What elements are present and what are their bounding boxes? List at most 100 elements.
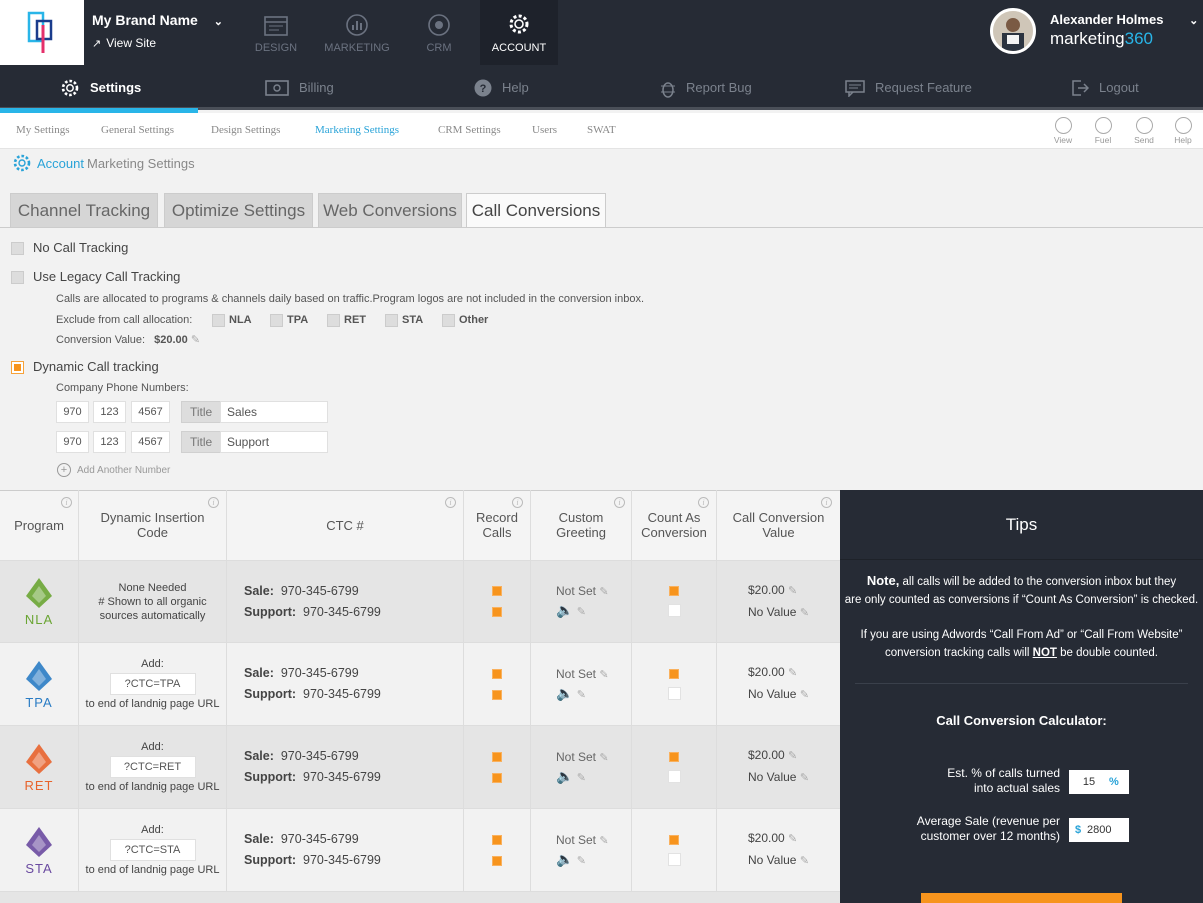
pencil-icon[interactable]: ✎: [599, 752, 608, 764]
nav-tab-crm[interactable]: CRM: [393, 0, 485, 65]
pencil-icon[interactable]: ✎: [800, 689, 809, 701]
record-sale-checkbox[interactable]: [492, 834, 502, 845]
exclude-sta-checkbox[interactable]: [385, 314, 398, 327]
subnav-help[interactable]: ? Help: [474, 65, 529, 110]
count-sale-checkbox[interactable]: [669, 586, 679, 596]
count-sale-checkbox[interactable]: [669, 751, 679, 762]
record-sale-checkbox[interactable]: [492, 751, 502, 762]
exclude-nla-checkbox[interactable]: [212, 314, 225, 327]
record-support-checkbox[interactable]: [492, 607, 502, 617]
tab-my-settings[interactable]: My Settings: [16, 124, 69, 136]
info-icon[interactable]: i: [614, 497, 625, 508]
nav-tab-marketing[interactable]: MARKETING: [311, 0, 403, 65]
help-button[interactable]: Help: [1168, 117, 1198, 145]
phone-area-input[interactable]: 970: [56, 431, 89, 453]
tab-call-conversions[interactable]: Call Conversions: [466, 193, 606, 228]
record-sale-checkbox[interactable]: [492, 668, 502, 679]
add-number-button[interactable]: + Add Another Number: [57, 463, 170, 477]
tab-design-settings[interactable]: Design Settings: [211, 124, 280, 136]
nav-tab-account[interactable]: ACCOUNT: [480, 0, 558, 65]
pencil-icon[interactable]: ✎: [800, 772, 809, 784]
breadcrumb-account[interactable]: Account: [37, 156, 84, 171]
tab-optimize-settings[interactable]: Optimize Settings: [164, 193, 313, 227]
pencil-icon[interactable]: ✎: [577, 855, 586, 867]
tab-crm-settings[interactable]: CRM Settings: [438, 124, 501, 136]
count-sale-checkbox[interactable]: [669, 668, 679, 679]
brand-name[interactable]: My Brand Name ⌄: [92, 12, 223, 28]
phone-line-input[interactable]: 4567: [131, 401, 170, 423]
speaker-icon[interactable]: 🔈: [556, 851, 573, 867]
ctc-code-input[interactable]: ?CTC=RET: [109, 756, 196, 778]
tab-users[interactable]: Users: [532, 124, 557, 136]
fuel-button[interactable]: Fuel: [1088, 117, 1118, 145]
count-support-checkbox[interactable]: [667, 686, 681, 700]
tab-swat[interactable]: SWAT: [587, 124, 616, 136]
info-icon[interactable]: i: [61, 497, 72, 508]
info-icon[interactable]: i: [208, 497, 219, 508]
tab-web-conversions[interactable]: Web Conversions: [318, 193, 462, 227]
record-support-checkbox[interactable]: [492, 855, 502, 866]
speaker-icon[interactable]: 🔈: [556, 685, 573, 701]
pencil-icon[interactable]: ✎: [577, 772, 586, 784]
phone-area-input[interactable]: 970: [56, 401, 89, 423]
user-name[interactable]: Alexander Holmes ⌄: [1050, 12, 1198, 27]
subnav-logout[interactable]: Logout: [1071, 65, 1139, 110]
info-icon[interactable]: i: [445, 497, 456, 508]
pencil-icon[interactable]: ✎: [599, 669, 608, 681]
info-icon[interactable]: i: [698, 497, 709, 508]
speaker-icon[interactable]: 🔈: [556, 602, 573, 618]
ctc-code-input[interactable]: ?CTC=TPA: [109, 673, 196, 695]
info-icon[interactable]: i: [821, 497, 832, 508]
record-sale-checkbox[interactable]: [492, 586, 502, 596]
avg-sale-input[interactable]: $ 2800: [1069, 818, 1129, 842]
set-call-conversion-button[interactable]: [921, 893, 1122, 903]
subnav-settings[interactable]: Settings: [60, 65, 141, 110]
pencil-icon[interactable]: ✎: [788, 750, 797, 762]
pencil-icon[interactable]: ✎: [800, 607, 809, 619]
phone-prefix-input[interactable]: 123: [93, 431, 126, 453]
est-percent-input[interactable]: 15 %: [1069, 770, 1129, 794]
brand-logo[interactable]: [0, 0, 84, 65]
info-icon[interactable]: i: [512, 497, 523, 508]
dynamic-call-tracking-checkbox[interactable]: [11, 361, 24, 374]
pencil-icon[interactable]: ✎: [788, 585, 797, 597]
subnav-billing[interactable]: Billing: [265, 65, 334, 110]
subnav-request-feature[interactable]: Request Feature: [845, 65, 972, 110]
pencil-icon[interactable]: ✎: [788, 667, 797, 679]
pencil-icon[interactable]: ✎: [577, 689, 586, 701]
count-support-checkbox[interactable]: [667, 852, 681, 866]
record-support-checkbox[interactable]: [492, 689, 502, 700]
chevron-down-icon[interactable]: ⌄: [214, 16, 223, 28]
avatar[interactable]: [990, 8, 1036, 54]
exclude-tpa-checkbox[interactable]: [270, 314, 283, 327]
pencil-icon[interactable]: ✎: [788, 833, 797, 845]
count-support-checkbox[interactable]: [667, 604, 681, 617]
phone-prefix-input[interactable]: 123: [93, 401, 126, 423]
speaker-icon[interactable]: 🔈: [556, 768, 573, 784]
legacy-call-tracking-checkbox[interactable]: [11, 271, 24, 284]
chevron-down-icon[interactable]: ⌄: [1189, 15, 1198, 27]
pencil-icon[interactable]: ✎: [599, 835, 608, 847]
record-support-checkbox[interactable]: [492, 772, 502, 783]
no-call-tracking-checkbox[interactable]: [11, 242, 24, 255]
count-sale-checkbox[interactable]: [669, 834, 679, 845]
phone-line-input[interactable]: 4567: [131, 431, 170, 453]
view-button[interactable]: View: [1048, 117, 1078, 145]
pencil-icon[interactable]: ✎: [599, 586, 608, 598]
tab-general-settings[interactable]: General Settings: [101, 124, 174, 136]
tab-marketing-settings[interactable]: Marketing Settings: [315, 124, 399, 136]
ctc-code-input[interactable]: ?CTC=STA: [109, 839, 196, 861]
pencil-icon[interactable]: ✎: [577, 606, 586, 618]
pencil-icon[interactable]: ✎: [800, 855, 809, 867]
exclude-ret-checkbox[interactable]: [327, 314, 340, 327]
tab-channel-tracking[interactable]: Channel Tracking: [10, 193, 158, 227]
phone-title-input[interactable]: Sales: [220, 401, 328, 423]
exclude-other-checkbox[interactable]: [442, 314, 455, 327]
send-button[interactable]: Send: [1129, 117, 1159, 145]
pencil-icon[interactable]: ✎: [191, 334, 200, 346]
phone-title-input[interactable]: Support: [220, 431, 328, 453]
view-site-link[interactable]: ↗ View Site: [92, 36, 156, 50]
nav-tab-design[interactable]: DESIGN: [230, 0, 322, 65]
count-support-checkbox[interactable]: [667, 769, 681, 783]
subnav-report-bug[interactable]: Report Bug: [660, 65, 752, 110]
